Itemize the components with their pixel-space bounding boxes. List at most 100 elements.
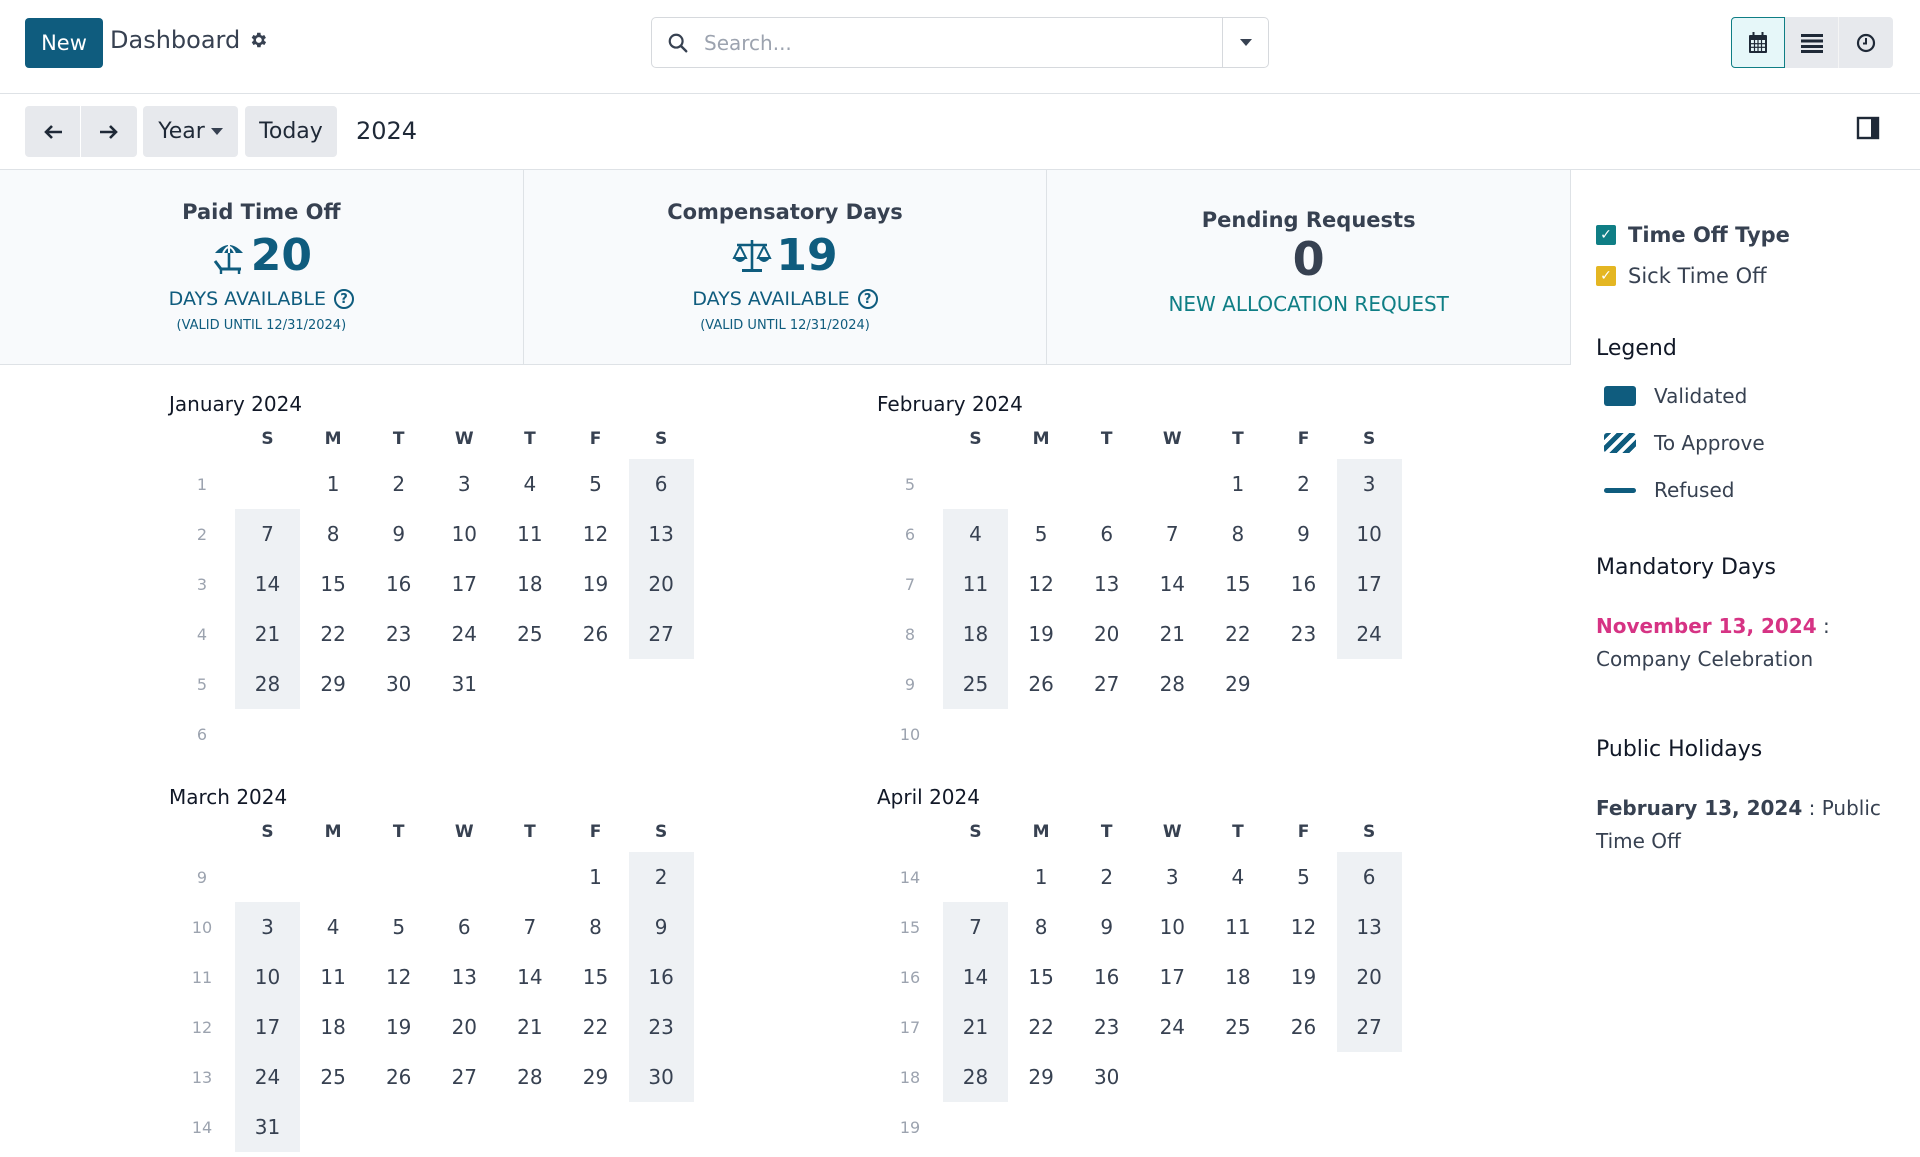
calendar-day[interactable]: 5 xyxy=(366,902,431,952)
calendar-day[interactable]: 19 xyxy=(1271,952,1336,1002)
calendar-day[interactable]: 22 xyxy=(301,609,366,659)
view-activity-button[interactable] xyxy=(1839,17,1893,68)
calendar-day[interactable]: 8 xyxy=(563,902,628,952)
calendar-day[interactable]: 16 xyxy=(366,559,431,609)
calendar-day[interactable]: 21 xyxy=(1140,609,1205,659)
calendar-day[interactable]: 26 xyxy=(563,609,628,659)
calendar-day[interactable]: 6 xyxy=(1074,509,1139,559)
calendar-day[interactable]: 6 xyxy=(628,459,694,509)
calendar-day[interactable]: 23 xyxy=(1074,1002,1139,1052)
calendar-day[interactable]: 4 xyxy=(301,902,366,952)
calendar-day[interactable]: 23 xyxy=(1271,609,1336,659)
calendar-day[interactable]: 8 xyxy=(1009,902,1074,952)
calendar-day[interactable]: 20 xyxy=(1336,952,1402,1002)
calendar-day[interactable]: 24 xyxy=(1336,609,1402,659)
calendar-day[interactable]: 9 xyxy=(1074,902,1139,952)
calendar-day[interactable]: 19 xyxy=(563,559,628,609)
calendar-day[interactable]: 13 xyxy=(628,509,694,559)
new-allocation-request-link[interactable]: NEW ALLOCATION REQUEST xyxy=(1168,292,1448,316)
search-options-toggle[interactable] xyxy=(1222,18,1268,67)
calendar-day[interactable]: 28 xyxy=(943,1052,1008,1102)
calendar-day[interactable]: 17 xyxy=(235,1002,300,1052)
calendar-day[interactable]: 4 xyxy=(943,509,1008,559)
calendar-day[interactable]: 8 xyxy=(301,509,366,559)
checkbox-checked-icon[interactable]: ✓ xyxy=(1596,225,1616,245)
calendar-day[interactable]: 16 xyxy=(1271,559,1336,609)
calendar-day[interactable]: 5 xyxy=(563,459,628,509)
calendar-day[interactable]: 14 xyxy=(1140,559,1205,609)
calendar-day[interactable]: 2 xyxy=(366,459,431,509)
calendar-day[interactable]: 31 xyxy=(235,1102,300,1152)
calendar-day[interactable]: 11 xyxy=(497,509,562,559)
calendar-day[interactable]: 7 xyxy=(235,509,300,559)
calendar-day[interactable]: 1 xyxy=(1009,852,1074,902)
calendar-day[interactable]: 7 xyxy=(943,902,1008,952)
calendar-day[interactable]: 13 xyxy=(432,952,497,1002)
view-list-button[interactable] xyxy=(1785,17,1839,68)
calendar-day[interactable]: 24 xyxy=(1140,1002,1205,1052)
scale-dropdown[interactable]: Year xyxy=(143,106,238,157)
calendar-day[interactable]: 5 xyxy=(1271,852,1336,902)
calendar-day[interactable]: 22 xyxy=(1009,1002,1074,1052)
calendar-day[interactable]: 29 xyxy=(301,659,366,709)
filter-time-off-type[interactable]: ✓ Time Off Type xyxy=(1596,223,1790,247)
calendar-day[interactable]: 8 xyxy=(1205,509,1270,559)
calendar-day[interactable]: 10 xyxy=(235,952,300,1002)
calendar-day[interactable]: 21 xyxy=(235,609,300,659)
side-panel-toggle-icon[interactable] xyxy=(1856,116,1880,140)
calendar-day[interactable]: 19 xyxy=(366,1002,431,1052)
calendar-day[interactable]: 5 xyxy=(1009,509,1074,559)
checkbox-checked-icon[interactable]: ✓ xyxy=(1596,266,1616,286)
calendar-day[interactable]: 3 xyxy=(1140,852,1205,902)
calendar-day[interactable]: 20 xyxy=(1074,609,1139,659)
calendar-day[interactable]: 2 xyxy=(628,852,694,902)
calendar-day[interactable]: 24 xyxy=(235,1052,300,1102)
calendar-day[interactable]: 15 xyxy=(563,952,628,1002)
calendar-day[interactable]: 10 xyxy=(1140,902,1205,952)
card-compensatory-days[interactable]: Compensatory Days 19 DAYS AVAILABLE ? (V… xyxy=(523,170,1048,364)
calendar-day[interactable]: 31 xyxy=(432,659,497,709)
calendar-day[interactable]: 22 xyxy=(563,1002,628,1052)
calendar-day[interactable]: 11 xyxy=(301,952,366,1002)
calendar-day[interactable]: 11 xyxy=(1205,902,1270,952)
previous-button[interactable] xyxy=(25,106,80,157)
calendar-day[interactable]: 9 xyxy=(1271,509,1336,559)
calendar-day[interactable]: 30 xyxy=(1074,1052,1139,1102)
calendar-day[interactable]: 12 xyxy=(563,509,628,559)
calendar-day[interactable]: 23 xyxy=(366,609,431,659)
help-icon[interactable]: ? xyxy=(857,289,878,309)
calendar-day[interactable]: 9 xyxy=(628,902,694,952)
calendar-day[interactable]: 12 xyxy=(366,952,431,1002)
calendar-day[interactable]: 24 xyxy=(432,609,497,659)
calendar-day[interactable]: 1 xyxy=(1205,459,1270,509)
calendar-day[interactable]: 23 xyxy=(628,1002,694,1052)
calendar-day[interactable]: 18 xyxy=(1205,952,1270,1002)
calendar-day[interactable]: 29 xyxy=(1205,659,1270,709)
calendar-day[interactable]: 28 xyxy=(235,659,300,709)
calendar-day[interactable]: 19 xyxy=(1009,609,1074,659)
calendar-day[interactable]: 3 xyxy=(1336,459,1402,509)
calendar-day[interactable]: 20 xyxy=(628,559,694,609)
calendar-day[interactable]: 28 xyxy=(1140,659,1205,709)
calendar-day[interactable]: 14 xyxy=(235,559,300,609)
calendar-day[interactable]: 6 xyxy=(432,902,497,952)
calendar-day[interactable]: 30 xyxy=(366,659,431,709)
calendar-day[interactable]: 11 xyxy=(943,559,1008,609)
next-button[interactable] xyxy=(81,106,137,157)
calendar-day[interactable]: 29 xyxy=(563,1052,628,1102)
calendar-day[interactable]: 4 xyxy=(1205,852,1270,902)
calendar-day[interactable]: 10 xyxy=(432,509,497,559)
calendar-day[interactable]: 10 xyxy=(1336,509,1402,559)
today-button[interactable]: Today xyxy=(245,106,337,157)
calendar-day[interactable]: 3 xyxy=(432,459,497,509)
calendar-day[interactable]: 27 xyxy=(1074,659,1139,709)
calendar-day[interactable]: 7 xyxy=(1140,509,1205,559)
calendar-day[interactable]: 27 xyxy=(628,609,694,659)
gear-icon[interactable] xyxy=(248,30,268,50)
calendar-day[interactable]: 26 xyxy=(366,1052,431,1102)
calendar-day[interactable]: 22 xyxy=(1205,609,1270,659)
calendar-day[interactable]: 25 xyxy=(1205,1002,1270,1052)
help-icon[interactable]: ? xyxy=(334,289,354,309)
calendar-day[interactable]: 25 xyxy=(943,659,1008,709)
calendar-day[interactable]: 26 xyxy=(1009,659,1074,709)
